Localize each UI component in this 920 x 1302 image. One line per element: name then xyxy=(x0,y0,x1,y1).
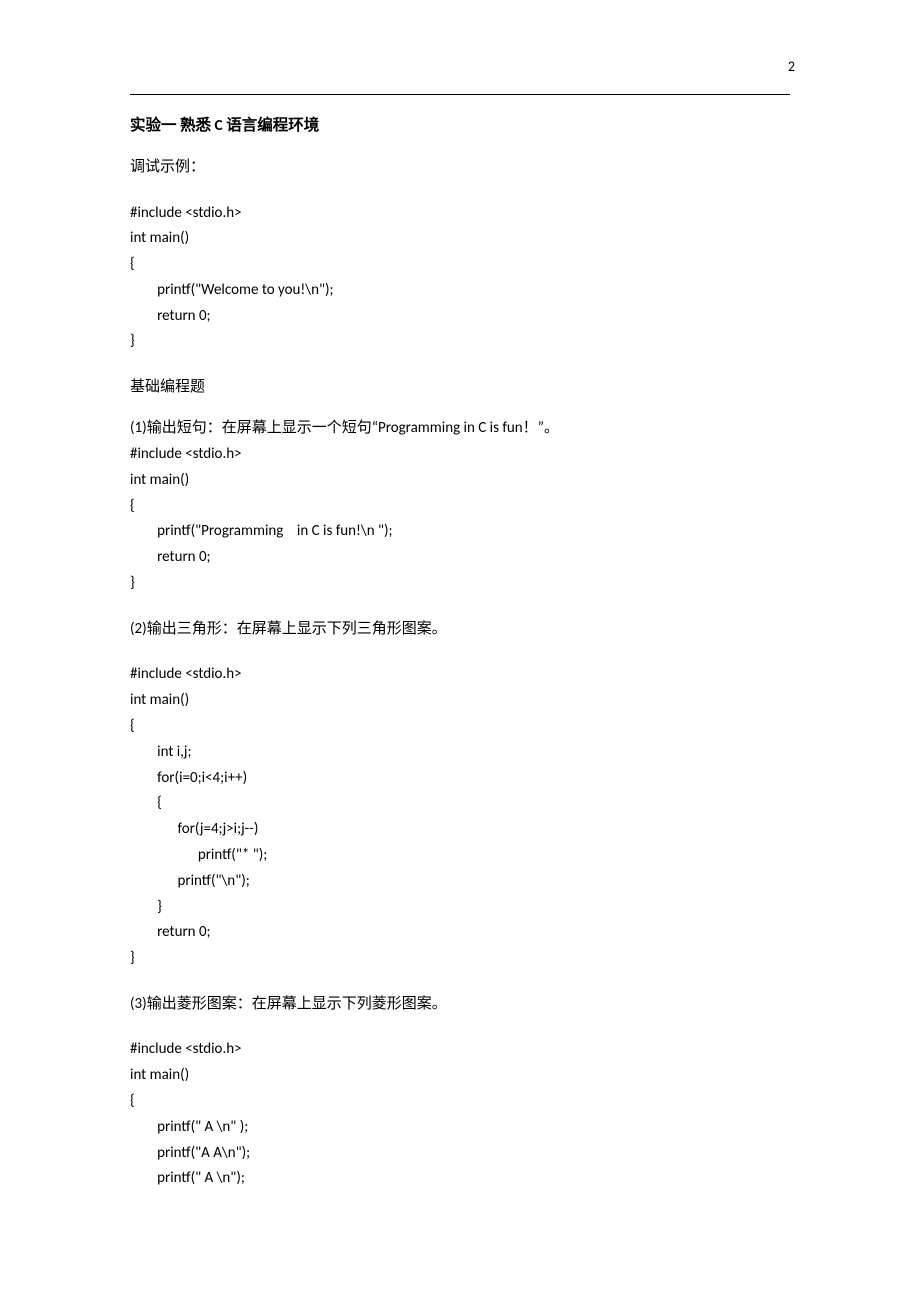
basic-problems-label: 基础编程题 xyxy=(130,375,790,396)
document-page: 2 实验一 熟悉 C 语言编程环境 调试示例： #include <stdio.… xyxy=(0,0,920,1302)
section-title: 实验一 熟悉 C 语言编程环境 xyxy=(130,113,790,135)
question-2-description: (2)输出三角形：在屏幕上显示下列三角形图案。 xyxy=(130,617,790,643)
page-number: 2 xyxy=(788,58,795,75)
question-3-description: (3)输出菱形图案：在屏幕上显示下列菱形图案。 xyxy=(130,992,790,1018)
code-block-q1: #include <stdio.h> int main() { printf("… xyxy=(130,442,790,597)
code-block-example: #include <stdio.h> int main() { printf("… xyxy=(130,201,790,356)
question-1-description: (1)输出短句：在屏幕上显示一个短句“Programming in C is f… xyxy=(130,416,790,442)
header-rule xyxy=(130,94,790,95)
debug-example-label: 调试示例： xyxy=(130,155,790,181)
code-block-q2: #include <stdio.h> int main() { int i,j;… xyxy=(130,662,790,972)
code-block-q3: #include <stdio.h> int main() { printf("… xyxy=(130,1037,790,1192)
